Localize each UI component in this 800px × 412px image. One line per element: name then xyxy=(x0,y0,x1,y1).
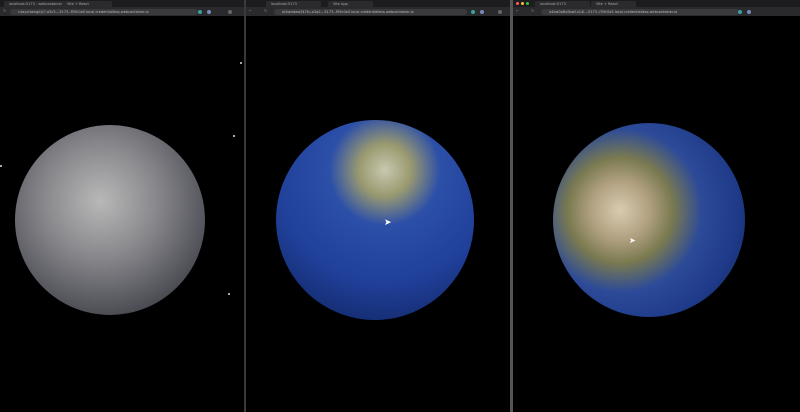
address-bar[interactable]: ol4qmdaw347tu-o3q2---5173--f59c0a5.local… xyxy=(274,8,467,15)
extension-icon[interactable] xyxy=(471,9,475,14)
extension-icon[interactable] xyxy=(480,9,484,14)
star xyxy=(233,135,235,137)
star xyxy=(0,165,2,167)
toolbar: ← ↻ o4ow0a6u0bwf-v14i---5173--f59c0a5.lo… xyxy=(513,7,800,16)
tab-strip: localhost:5173 Vite App xyxy=(246,0,510,7)
menu-icon[interactable] xyxy=(228,9,232,14)
reload-icon[interactable]: ↻ xyxy=(531,9,535,13)
toolbar: ← ↻ ol4qmdaw347tu-o3q2---5173--f59c0a5.l… xyxy=(246,7,510,16)
browser-window-2: localhost:5173 Vite App ← ↻ ol4qmdaw347t… xyxy=(246,0,510,412)
extension-icon[interactable] xyxy=(198,9,202,14)
mouse-cursor-icon: ➤ xyxy=(384,218,392,228)
earth-globe[interactable] xyxy=(15,125,205,315)
star xyxy=(240,62,242,64)
back-icon[interactable]: ← xyxy=(516,9,520,13)
earth-globe[interactable] xyxy=(276,120,474,320)
mouse-cursor-icon: ➤ xyxy=(629,236,636,245)
reload-icon[interactable]: ↻ xyxy=(264,9,268,13)
extension-icon[interactable] xyxy=(207,9,211,14)
browser-window-3: localhost:5173 Vite + React ← ↻ o4ow0a6u… xyxy=(513,0,800,412)
address-bar[interactable]: o4ow0a6u0bwf-v14i---5173--f59c0a5.local-… xyxy=(541,8,739,15)
address-bar[interactable]: c4ayzrtwnginji7-o3c3---5173--f59c0a5.loc… xyxy=(10,8,198,15)
extension-icon[interactable] xyxy=(738,9,742,14)
star xyxy=(228,293,230,295)
menu-icon[interactable] xyxy=(498,9,502,14)
browser-window-1: localhost:5173 - webcontainer Vite + Rea… xyxy=(0,0,244,412)
extension-icon[interactable] xyxy=(747,9,751,14)
toolbar: ↻ c4ayzrtwnginji7-o3c3---5173--f59c0a5.l… xyxy=(0,7,244,16)
reload-icon[interactable]: ↻ xyxy=(3,9,7,13)
tab-strip: localhost:5173 Vite + React xyxy=(513,0,800,7)
earth-globe[interactable] xyxy=(553,123,745,317)
tab-strip: localhost:5173 - webcontainer Vite + Rea… xyxy=(0,0,244,7)
back-icon[interactable]: ← xyxy=(249,9,253,13)
